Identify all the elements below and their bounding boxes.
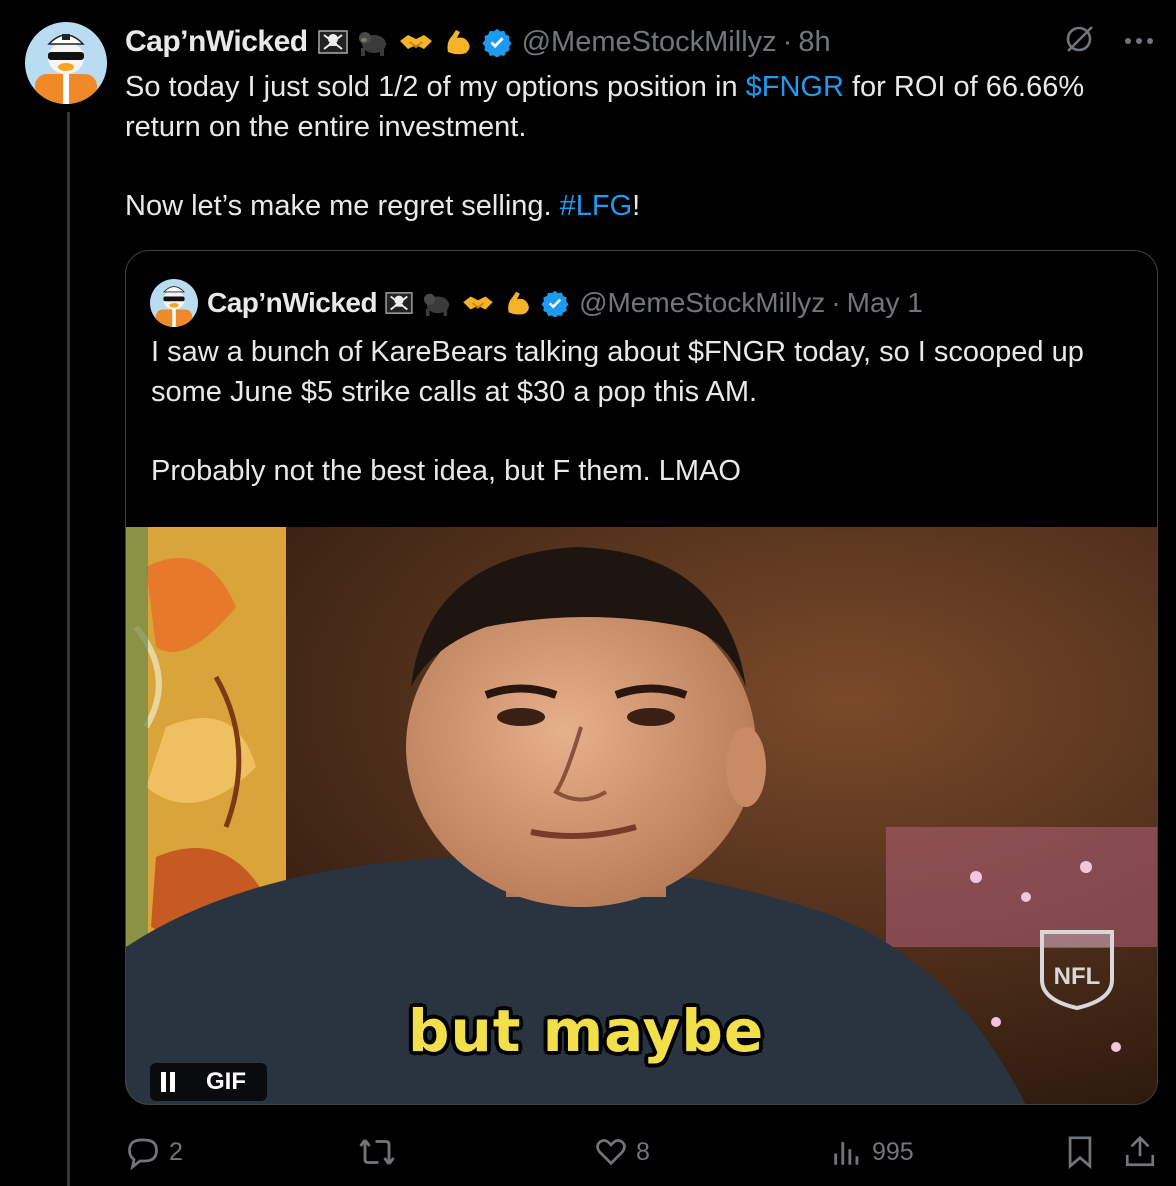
post-top-icons	[1062, 22, 1154, 61]
cashtag-link[interactable]: $FNGR	[746, 71, 844, 103]
post-paragraph-2: Now let’s make me regret selling. #LFG!	[125, 187, 1155, 227]
quoted-paragraph-2: Probably not the best idea, but F them. …	[151, 454, 741, 487]
views-icon	[834, 1142, 859, 1165]
like-count: 8	[636, 1137, 650, 1166]
quoted-time: May 1	[846, 287, 923, 318]
author-handle[interactable]: @MemeStockMillyz	[522, 26, 777, 59]
share-icon	[1125, 1135, 1155, 1167]
author-name[interactable]: Cap’nWicked	[125, 25, 308, 59]
bookmark-button[interactable]	[1063, 1130, 1097, 1174]
pause-icon[interactable]	[150, 1063, 186, 1101]
pirate-flag-icon	[385, 291, 413, 315]
hashtag-link[interactable]: #LFG	[560, 190, 633, 222]
views-button[interactable]: 995	[830, 1130, 914, 1174]
more-icon[interactable]	[1124, 33, 1154, 51]
quoted-handle: @MemeStockMillyz	[579, 287, 826, 318]
verified-badge-icon	[482, 27, 512, 57]
gif-label: GIF	[206, 1068, 246, 1095]
nfl-watermark-text: NFL	[1054, 963, 1101, 990]
post-text-segment: !	[632, 189, 641, 222]
gorilla-icon	[356, 28, 390, 56]
quoted-text: I saw a bunch of KareBears talking about…	[151, 333, 1141, 491]
repost-icon	[359, 1139, 395, 1165]
separator: ·	[782, 25, 793, 58]
quoted-post[interactable]: Cap’nWicked @MemeStockMillyz · May 1 I s…	[125, 250, 1158, 1105]
pirate-flag-icon	[317, 29, 348, 55]
action-bar: 2 8 995	[125, 1130, 1160, 1174]
like-icon	[596, 1139, 626, 1166]
post-text-segment: Now let’s make me regret selling.	[125, 189, 560, 222]
quoted-header: Cap’nWicked @MemeStockMillyz · May 1	[207, 283, 923, 323]
views-count: 995	[872, 1137, 914, 1166]
gif-media[interactable]: but maybe NFL GIF	[126, 527, 1157, 1104]
post-header: Cap’nWicked @MemeStockMillyz · 8h	[125, 22, 831, 62]
thread-line	[67, 112, 70, 1186]
handshake-icon	[461, 291, 495, 315]
bookmark-icon	[1068, 1136, 1092, 1170]
post-time[interactable]: 8h	[798, 26, 830, 59]
grok-icon[interactable]	[1062, 22, 1096, 61]
share-button[interactable]	[1123, 1130, 1157, 1174]
reply-count: 2	[169, 1137, 183, 1166]
quoted-author-name: Cap’nWicked	[207, 287, 378, 318]
reply-icon	[128, 1138, 158, 1170]
repost-button[interactable]	[357, 1130, 405, 1174]
like-button[interactable]: 8	[594, 1130, 650, 1174]
handshake-icon	[398, 29, 434, 55]
gorilla-icon	[421, 290, 453, 316]
post-paragraph-1: So today I just sold 1/2 of my options p…	[125, 68, 1155, 147]
reply-button[interactable]: 2	[125, 1130, 183, 1174]
quoted-avatar[interactable]	[150, 279, 198, 327]
nfl-watermark: NFL	[1038, 922, 1116, 1011]
post-text: So today I just sold 1/2 of my options p…	[125, 68, 1155, 226]
gif-caption: but maybe	[408, 997, 765, 1065]
verified-badge-icon	[541, 289, 569, 317]
post-text-segment: So today I just sold 1/2 of my options p…	[125, 71, 746, 103]
flexed-biceps-icon	[503, 288, 533, 318]
flexed-biceps-icon	[442, 26, 474, 58]
quoted-paragraph-1: I saw a bunch of KareBears talking about…	[151, 336, 1084, 408]
gif-badge[interactable]: GIF	[150, 1063, 267, 1101]
separator: ·	[831, 287, 841, 318]
avatar[interactable]	[25, 22, 107, 104]
